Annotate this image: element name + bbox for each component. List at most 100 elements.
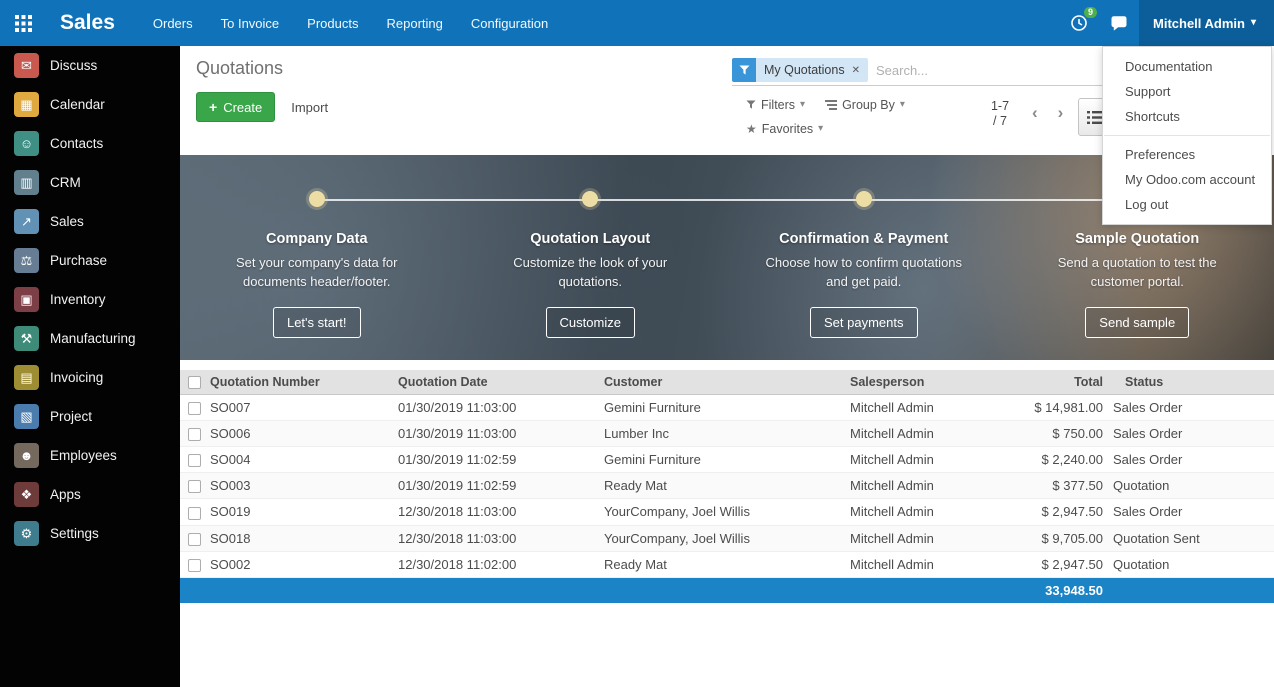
step-dot [856, 191, 872, 207]
header-total[interactable]: Total [1000, 370, 1113, 395]
table-footer-row: 33,948.50 [180, 577, 1274, 603]
table-row[interactable]: SO007 01/30/2019 11:03:00 Gemini Furnitu… [180, 395, 1274, 421]
chat-bubble-icon [1110, 15, 1128, 32]
header-status[interactable]: Status [1113, 370, 1274, 395]
menu-item-documentation[interactable]: Documentation [1103, 54, 1271, 79]
sidebar-item-crm[interactable]: ▥ CRM [0, 163, 180, 202]
favorites-dropdown[interactable]: ★ Favorites ▾ [746, 122, 823, 136]
search-facet[interactable]: My Quotations ✕ [732, 58, 868, 82]
user-name: Mitchell Admin [1153, 16, 1245, 31]
settings-app-icon: ⚙ [14, 521, 39, 546]
plus-icon: + [209, 99, 217, 115]
step-title: Sample Quotation [1075, 231, 1199, 247]
messages-icon[interactable] [1099, 0, 1139, 46]
sidebar-item-label: Purchase [50, 253, 107, 268]
inventory-app-icon: ▣ [14, 287, 39, 312]
send-sample-button[interactable]: Send sample [1085, 307, 1189, 338]
sidebar-item-apps[interactable]: ❖ Apps [0, 475, 180, 514]
lets-start-button[interactable]: Let's start! [273, 307, 361, 338]
menu-orders[interactable]: Orders [151, 2, 195, 45]
chevron-down-icon: ▾ [818, 124, 823, 134]
chevron-down-icon: ▾ [1251, 18, 1256, 28]
cell-status: Quotation [1113, 473, 1274, 499]
sidebar-item-manufacturing[interactable]: ⚒ Manufacturing [0, 319, 180, 358]
cell-quotation-date: 12/30/2018 11:02:00 [398, 551, 604, 577]
filter-funnel-icon [732, 58, 756, 82]
group-by-icon [825, 100, 837, 110]
cell-customer: Lumber Inc [604, 421, 850, 447]
menu-to-invoice[interactable]: To Invoice [219, 2, 282, 45]
table-row[interactable]: SO004 01/30/2019 11:02:59 Gemini Furnitu… [180, 447, 1274, 473]
grid-icon-svg [15, 15, 32, 32]
header-quotation-number[interactable]: Quotation Number [210, 370, 398, 395]
cell-salesperson: Mitchell Admin [850, 499, 1000, 525]
header-quotation-date[interactable]: Quotation Date [398, 370, 604, 395]
table-row[interactable]: SO018 12/30/2018 11:03:00 YourCompany, J… [180, 525, 1274, 551]
row-checkbox[interactable] [188, 428, 201, 441]
sidebar-item-sales[interactable]: ↗ Sales [0, 202, 180, 241]
pager-prev-button[interactable]: ‹ [1032, 103, 1038, 123]
header-salesperson[interactable]: Salesperson [850, 370, 1000, 395]
table-row[interactable]: SO019 12/30/2018 11:03:00 YourCompany, J… [180, 499, 1274, 525]
row-checkbox[interactable] [188, 402, 201, 415]
sidebar-item-contacts[interactable]: ☺ Contacts [0, 124, 180, 163]
create-button[interactable]: + Create [196, 92, 275, 122]
group-by-dropdown[interactable]: Group By ▾ [825, 98, 905, 112]
sidebar-item-calendar[interactable]: ▦ Calendar [0, 85, 180, 124]
row-checkbox[interactable] [188, 480, 201, 493]
cell-status: Sales Order [1113, 421, 1274, 447]
menu-item-support[interactable]: Support [1103, 79, 1271, 104]
topbar-right: 9 Mitchell Admin ▾ [1059, 0, 1274, 46]
step-description: Set your company's data for documents he… [209, 254, 424, 292]
row-checkbox[interactable] [188, 454, 201, 467]
table-row[interactable]: SO002 12/30/2018 11:02:00 Ready Mat Mitc… [180, 551, 1274, 577]
cell-quotation-number: SO006 [210, 421, 398, 447]
facet-close-icon[interactable]: ✕ [852, 65, 860, 76]
menu-item-shortcuts[interactable]: Shortcuts [1103, 104, 1271, 129]
header-customer[interactable]: Customer [604, 370, 850, 395]
sidebar-item-discuss[interactable]: ✉ Discuss [0, 46, 180, 85]
cell-status: Quotation Sent [1113, 525, 1274, 551]
customize-button[interactable]: Customize [546, 307, 635, 338]
activity-clock-icon[interactable]: 9 [1059, 0, 1099, 46]
funnel-icon [746, 100, 756, 110]
employees-app-icon: ☻ [14, 443, 39, 468]
apps-grid-icon[interactable] [0, 0, 46, 46]
sidebar-item-project[interactable]: ▧ Project [0, 397, 180, 436]
sidebar-item-settings[interactable]: ⚙ Settings [0, 514, 180, 553]
cell-customer: YourCompany, Joel Willis [604, 525, 850, 551]
table-row[interactable]: SO003 01/30/2019 11:02:59 Ready Mat Mitc… [180, 473, 1274, 499]
pager-next-button[interactable]: › [1058, 103, 1064, 123]
sidebar-item-invoicing[interactable]: ▤ Invoicing [0, 358, 180, 397]
cell-salesperson: Mitchell Admin [850, 473, 1000, 499]
menu-configuration[interactable]: Configuration [469, 2, 550, 45]
row-checkbox[interactable] [188, 507, 201, 520]
cell-quotation-number: SO018 [210, 525, 398, 551]
pager-range: 1-7 [974, 99, 1026, 114]
menu-reporting[interactable]: Reporting [384, 2, 444, 45]
step-description: Send a quotation to test the customer po… [1030, 254, 1245, 292]
import-button[interactable]: Import [291, 100, 328, 115]
discuss-app-icon: ✉ [14, 53, 39, 78]
cell-salesperson: Mitchell Admin [850, 447, 1000, 473]
row-checkbox[interactable] [188, 559, 201, 572]
cell-quotation-date: 12/30/2018 11:03:00 [398, 525, 604, 551]
sidebar-item-label: Settings [50, 526, 99, 541]
set-payments-button[interactable]: Set payments [810, 307, 918, 338]
project-app-icon: ▧ [14, 404, 39, 429]
menu-item-log-out[interactable]: Log out [1103, 192, 1271, 217]
table-row[interactable]: SO006 01/30/2019 11:03:00 Lumber Inc Mit… [180, 421, 1274, 447]
sidebar-item-inventory[interactable]: ▣ Inventory [0, 280, 180, 319]
sidebar: ✉ Discuss ▦ Calendar ☺ Contacts ▥ CRM ↗ … [0, 46, 180, 687]
row-checkbox[interactable] [188, 533, 201, 546]
filters-dropdown[interactable]: Filters ▾ [746, 98, 805, 112]
menu-products[interactable]: Products [305, 2, 360, 45]
select-all-checkbox[interactable] [188, 376, 201, 389]
menu-item-preferences[interactable]: Preferences [1103, 142, 1271, 167]
create-button-label: Create [223, 100, 262, 115]
cell-total: $ 377.50 [1000, 473, 1113, 499]
user-menu-toggle[interactable]: Mitchell Admin ▾ [1139, 0, 1274, 46]
sidebar-item-purchase[interactable]: ⚖ Purchase [0, 241, 180, 280]
menu-item-odoo-account[interactable]: My Odoo.com account [1103, 167, 1271, 192]
sidebar-item-employees[interactable]: ☻ Employees [0, 436, 180, 475]
